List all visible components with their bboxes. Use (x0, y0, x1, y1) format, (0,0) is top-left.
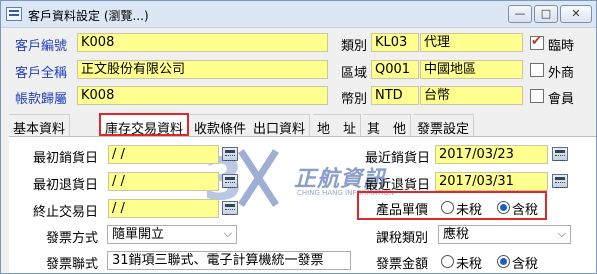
price-taxed-label: 含稅 (512, 203, 539, 218)
price-taxed-radio[interactable] (497, 201, 510, 214)
currency-label: 幣別 (341, 92, 368, 107)
first-return-calendar-icon[interactable] (222, 174, 238, 188)
category-label: 類別 (341, 39, 368, 54)
tax-category-label: 課稅類別 (376, 231, 429, 246)
currency-name-field: 台幣 (420, 86, 523, 105)
invoice-amount-label: 發票金額 (376, 257, 429, 272)
foreign-checkbox[interactable] (530, 63, 544, 77)
invoice-amount-taxed-radio[interactable] (497, 255, 510, 268)
price-untaxed-radio[interactable] (441, 201, 454, 214)
invoice-copy-value: 31銷項三聯式、電子計算機統一發票 (112, 253, 324, 268)
last-return-date-field[interactable]: 2017/03/31 (435, 172, 548, 191)
customer-name-label: 客戶全稱 (15, 66, 68, 81)
region-code-field[interactable]: Q001 (371, 60, 419, 79)
invoice-method-label: 發票方式 (46, 231, 99, 246)
price-untaxed-label: 未稅 (456, 203, 483, 218)
invoice-amount-taxed-label: 含稅 (512, 257, 539, 272)
last-sale-calendar-icon[interactable] (552, 147, 568, 161)
tab-basic-data[interactable]: 基本資料 (9, 114, 71, 137)
first-sale-date-label: 最初銷貨日 (33, 151, 99, 166)
last-return-calendar-icon[interactable] (552, 174, 568, 188)
first-sale-calendar-icon[interactable] (222, 147, 238, 161)
tab-inventory-trade[interactable]: 庫存交易資料 (99, 113, 190, 137)
close-button[interactable]: ✕ (560, 5, 592, 23)
first-sale-date-field[interactable]: / / (108, 145, 219, 164)
invoice-amount-untaxed-label: 未稅 (456, 257, 483, 272)
invoice-copy-label: 發票聯式 (46, 257, 99, 272)
tax-category-value: 應稅 (443, 227, 470, 242)
app-icon (6, 7, 22, 21)
temporary-checkbox[interactable] (530, 34, 544, 50)
last-sale-date-field[interactable]: 2017/03/23 (435, 145, 548, 164)
window-title: 客戶資料設定 (瀏覽...) (28, 9, 149, 23)
category-name-field: 代理 (420, 33, 523, 52)
category-code-field[interactable]: KL03 (371, 33, 419, 52)
invoice-copy-select[interactable]: 31銷項三聯式、電子計算機統一發票 (107, 251, 351, 270)
account-label: 帳款歸屬 (15, 92, 68, 107)
invoice-amount-untaxed-radio[interactable] (441, 255, 454, 268)
tab-other[interactable]: 其 他 (363, 114, 412, 137)
tab-address[interactable]: 地 址 (313, 114, 362, 137)
region-label: 區域 (341, 66, 368, 81)
end-trade-date-label: 終止交易日 (33, 205, 99, 220)
region-name-field: 中國地區 (420, 60, 523, 79)
tab-invoice-settings[interactable]: 發票設定 (413, 114, 475, 137)
customer-settings-window: 客戶資料設定 (瀏覽...) — □ ✕ 客戶編號 K008 類別 KL03 代… (0, 0, 597, 274)
first-return-date-field[interactable]: / / (108, 172, 219, 191)
invoice-method-select[interactable]: 隨單開立 ⌵ (107, 225, 237, 244)
customer-code-field[interactable]: K008 (77, 33, 328, 52)
customer-name-field[interactable]: 正文股份有限公司 (77, 60, 328, 79)
tab-export-data[interactable]: 出口資料 (249, 114, 311, 137)
end-trade-calendar-icon[interactable] (222, 201, 238, 215)
title-bar[interactable]: 客戶資料設定 (瀏覽...) — □ ✕ (1, 1, 596, 28)
maximize-button[interactable]: □ (534, 5, 558, 23)
tab-strip: 基本資料 庫存交易資料 收款條件 出口資料 地 址 其 他 發票設定 (9, 113, 596, 137)
tab-payment-terms[interactable]: 收款條件 (190, 114, 252, 137)
foreign-label: 外商 (548, 66, 575, 81)
currency-code-field[interactable]: NTD (371, 86, 419, 105)
member-label: 會員 (548, 92, 575, 107)
member-checkbox[interactable] (530, 89, 544, 103)
customer-code-label: 客戶編號 (15, 39, 68, 54)
account-field[interactable]: K008 (77, 86, 328, 105)
tax-category-select[interactable]: 應稅 ⌵ (438, 225, 571, 244)
first-return-date-label: 最初退貨日 (33, 178, 99, 193)
minimize-button[interactable]: — (508, 5, 532, 23)
invoice-method-value: 隨單開立 (112, 227, 165, 242)
price-label: 產品單價 (376, 203, 429, 218)
end-trade-date-field[interactable]: / / (108, 199, 219, 218)
chevron-down-icon: ⌵ (557, 227, 566, 240)
last-sale-date-label: 最近銷貨日 (365, 151, 431, 166)
chevron-down-icon: ⌵ (223, 227, 232, 240)
temporary-label: 臨時 (548, 39, 575, 54)
